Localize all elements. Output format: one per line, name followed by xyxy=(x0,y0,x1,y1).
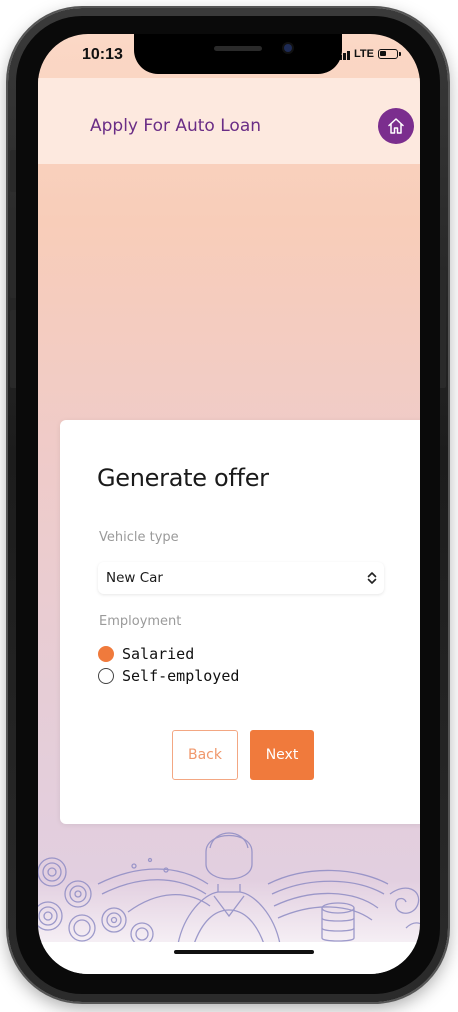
vehicle-type-value: New Car xyxy=(106,570,163,586)
page-title: Apply For Auto Loan xyxy=(90,116,262,136)
next-button[interactable]: Next xyxy=(250,730,314,780)
card-title: Generate offer xyxy=(97,464,269,492)
employment-label: Employment xyxy=(99,614,182,629)
vehicle-type-label: Vehicle type xyxy=(99,530,179,545)
bottom-bar xyxy=(38,942,420,974)
back-button[interactable]: Back xyxy=(172,730,238,780)
speaker-grille xyxy=(214,46,262,51)
status-indicators: LTE xyxy=(335,48,401,60)
offer-card: Generate offer Vehicle type New Car Empl… xyxy=(60,420,420,824)
employment-option-self-employed[interactable]: Self-employed xyxy=(98,667,239,685)
radio-salaried[interactable] xyxy=(98,646,114,662)
home-button[interactable] xyxy=(378,108,414,144)
radio-label-self-employed: Self-employed xyxy=(122,667,240,685)
network-label: LTE xyxy=(354,48,374,60)
battery-icon xyxy=(378,49,401,59)
decorative-illustration xyxy=(38,832,420,944)
front-camera xyxy=(284,44,292,52)
app-header: Apply For Auto Loan xyxy=(38,78,420,164)
radio-label-salaried: Salaried xyxy=(122,645,195,663)
radio-self-employed[interactable] xyxy=(98,668,114,684)
notch xyxy=(134,34,342,74)
home-indicator[interactable] xyxy=(174,950,314,954)
status-time: 10:13 xyxy=(82,46,123,63)
phone-screen: Apply For Auto Loan 10:13 LTE Generate o… xyxy=(38,34,420,974)
employment-option-salaried[interactable]: Salaried xyxy=(98,645,194,663)
vehicle-type-select[interactable]: New Car xyxy=(98,562,384,594)
home-icon xyxy=(388,118,404,134)
select-chevron-icon xyxy=(367,572,377,584)
